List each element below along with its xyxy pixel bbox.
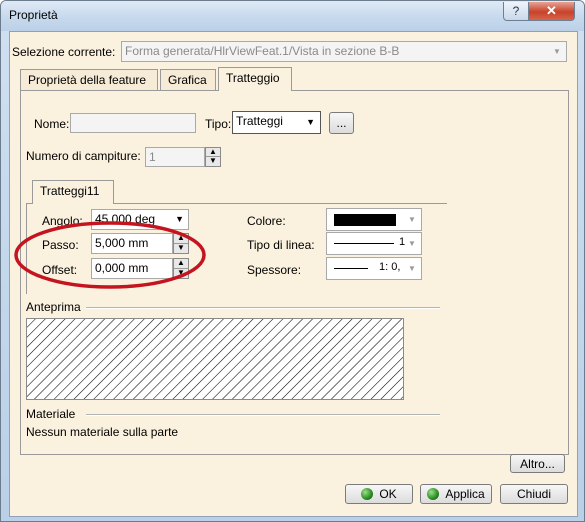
tipo-browse-button[interactable]: ... [329,112,354,134]
materiale-label: Materiale [26,407,76,421]
line-sample [334,243,394,244]
tipo-linea-select[interactable]: 1 ▼ [326,232,422,255]
annotation-circle [14,221,206,289]
tab-tratteggi11[interactable]: Tratteggi11 [32,180,114,204]
spessore-select[interactable]: 1: 0, ▼ [326,257,422,280]
line-weight-sample [334,268,368,269]
tipo-select[interactable]: Tratteggi ▼ [232,111,321,134]
selection-label: Selezione corrente: [12,45,116,59]
spin-down-icon[interactable]: ▼ [206,157,220,166]
dialog-body: Selezione corrente: Forma generata/HlrVi… [9,31,578,517]
window-title: Proprietà [9,8,58,22]
materiale-value: Nessun materiale sulla parte [26,425,179,439]
green-dot-icon [427,488,440,500]
color-swatch [334,214,396,226]
nome-input[interactable] [70,113,196,133]
materiale-divider [86,414,440,416]
selection-combo[interactable]: Forma generata/HlrViewFeat.1/Vista in se… [121,41,567,62]
selection-value: Forma generata/HlrViewFeat.1/Vista in se… [125,44,400,58]
chevron-down-icon: ▼ [408,264,416,273]
spessore-label: Spessore: [247,263,302,277]
nome-label: Nome: [34,117,70,131]
tipo-linea-label: Tipo di linea: [247,238,315,252]
chiudi-button[interactable]: Chiudi [500,484,568,504]
chevron-down-icon: ▼ [306,117,315,127]
chevron-down-icon: ▼ [408,239,416,248]
chevron-down-icon: ▼ [553,47,561,56]
ok-label: OK [379,487,397,501]
num-campiture-input[interactable]: 1 [145,147,205,167]
applica-label: Applica [445,487,485,501]
close-window-button[interactable]: ✕ [528,2,575,21]
tab-tratteggio[interactable]: Tratteggio [218,67,292,91]
title-bar[interactable]: Proprietà ? ✕ [1,1,584,31]
applica-button[interactable]: Applica [420,484,492,504]
anteprima-divider [86,307,440,309]
chevron-down-icon: ▼ [408,215,416,224]
hatch-preview [26,318,404,400]
tab-proprieta-feature[interactable]: Proprietà della feature [20,69,158,91]
green-dot-icon [361,488,374,500]
properties-dialog: Proprietà ? ✕ Selezione corrente: Forma … [0,0,585,522]
colore-label: Colore: [247,214,286,228]
num-campiture-spinner[interactable]: ▲ ▼ [205,147,221,167]
altro-button[interactable]: Altro... [510,454,565,473]
spessore-value: 1: 0, [379,261,401,273]
tab-grafica[interactable]: Grafica [160,69,216,91]
num-campiture-label: Numero di campiture: [26,149,141,163]
ok-button[interactable]: OK [345,484,413,504]
tipo-value: Tratteggi [236,114,283,128]
tipo-label: Tipo: [205,117,232,131]
anteprima-label: Anteprima [26,300,81,314]
colore-select[interactable]: ▼ [326,208,422,231]
help-button[interactable]: ? [503,2,529,21]
